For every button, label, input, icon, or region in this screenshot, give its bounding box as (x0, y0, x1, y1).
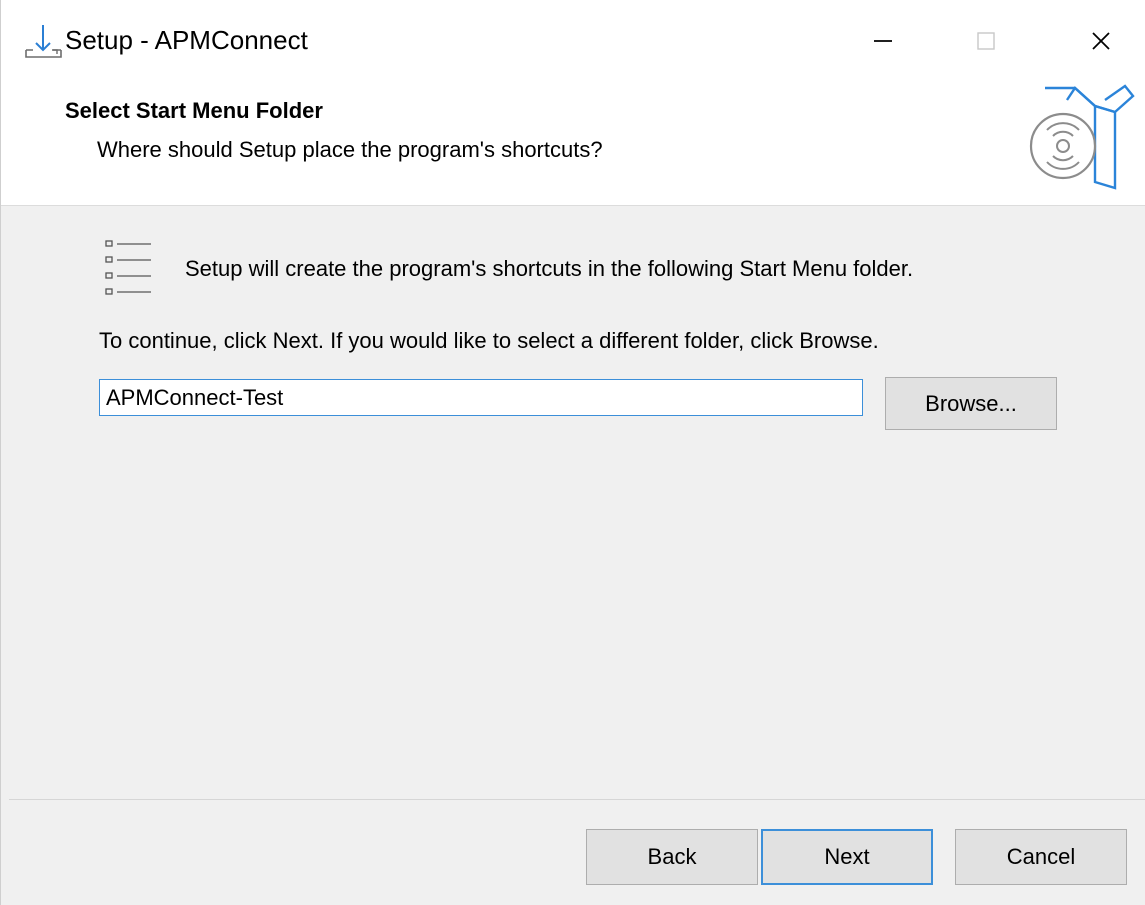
setup-app-icon (25, 25, 62, 58)
window-title: Setup - APMConnect (65, 25, 308, 55)
list-icon (105, 240, 151, 295)
software-box-icon (1029, 84, 1135, 190)
start-menu-folder-input[interactable] (99, 379, 863, 416)
page-subtitle: Where should Setup place the program's s… (97, 137, 603, 162)
close-icon (1092, 32, 1110, 50)
browse-button[interactable]: Browse... (885, 377, 1057, 430)
cancel-button[interactable]: Cancel (955, 829, 1127, 885)
page-title: Select Start Menu Folder (65, 98, 323, 123)
info-text: Setup will create the program's shortcut… (185, 256, 914, 281)
title-bar[interactable]: Setup - APMConnect (1, 0, 1145, 82)
back-button[interactable]: Back (586, 829, 758, 885)
minimize-button[interactable] (823, 0, 943, 82)
maximize-button[interactable] (926, 0, 1046, 82)
minimize-icon (874, 40, 892, 42)
wizard-header: Select Start Menu Folder Where should Se… (1, 82, 1145, 206)
maximize-icon (977, 32, 995, 50)
footer-divider (9, 799, 1145, 800)
setup-window: Setup - APMConnect Select Start Menu Fol… (0, 0, 1145, 905)
next-button[interactable]: Next (761, 829, 933, 885)
instruction-text: To continue, click Next. If you would li… (99, 328, 879, 353)
close-button[interactable] (1041, 0, 1145, 82)
